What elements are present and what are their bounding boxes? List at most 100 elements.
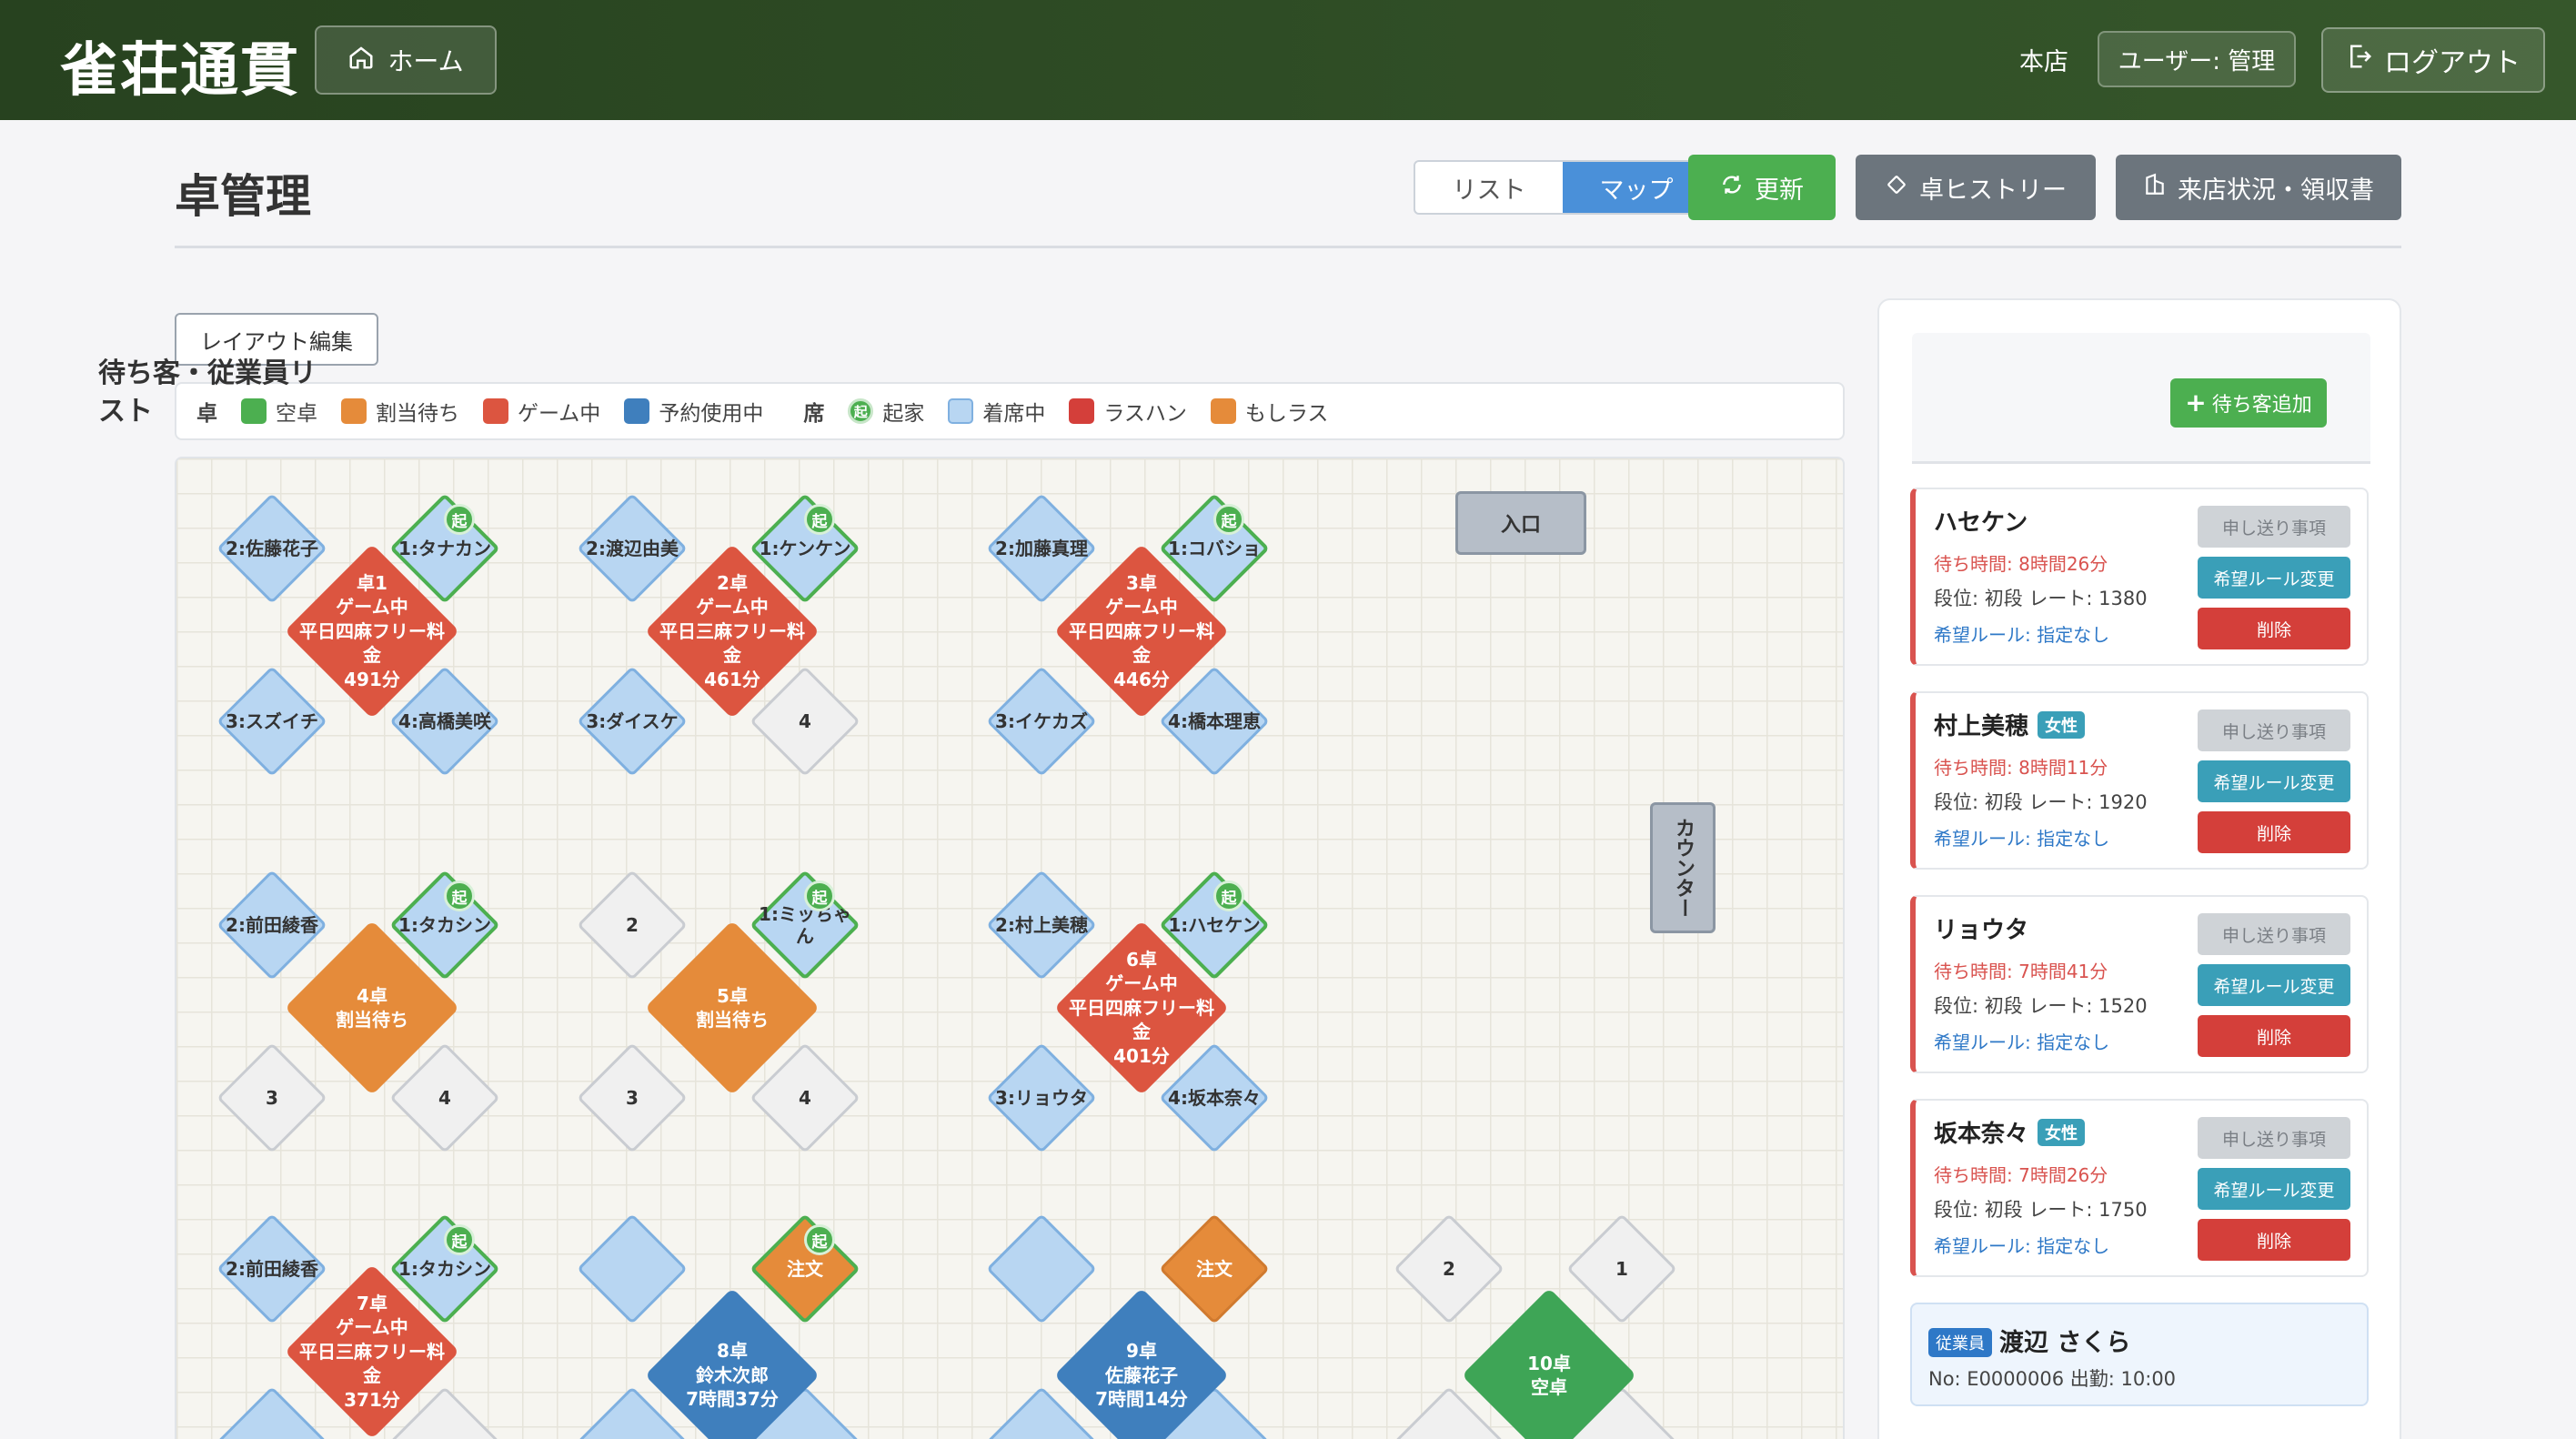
- refresh-label: 更新: [1755, 176, 1804, 205]
- add-waiting-customer-button[interactable]: + 待ち客追加: [2170, 378, 2327, 428]
- legend-item: ラスハン: [1069, 396, 1187, 427]
- table-1-label: 卓1 ゲーム中 平日四麻フリー料 金 491分: [286, 563, 458, 699]
- table-line: 446分: [1113, 668, 1170, 690]
- table-2-label: 2卓 ゲーム中 平日三麻フリー料 金 461分: [646, 563, 819, 699]
- dealer-marker: 起: [1213, 881, 1244, 911]
- history-label: 卓ヒストリー: [1919, 176, 2067, 205]
- table-3-label: 3卓 ゲーム中 平日四麻フリー料 金 446分: [1055, 563, 1228, 699]
- legend-item: 起起家: [848, 396, 924, 427]
- table-line: 金: [723, 644, 741, 667]
- logout-button[interactable]: ログアウト: [2321, 27, 2545, 93]
- seat-label: 3:リョウタ: [995, 1087, 1088, 1109]
- table-line: 卓1: [357, 572, 387, 595]
- customer-rule[interactable]: 希望ルール: 指定なし: [1934, 1028, 2109, 1054]
- table-10-label: 10卓 空卓: [1463, 1307, 1635, 1439]
- customer-wait-time: 待ち時間: 7時間41分: [1934, 961, 2108, 982]
- table-line: ゲーム中: [1105, 972, 1178, 995]
- table-line: 平日三麻フリー料: [299, 1340, 445, 1363]
- table-line: 佐藤花子: [1105, 1364, 1178, 1386]
- memo-button[interactable]: 申し送り事項: [2198, 506, 2350, 548]
- dealer-marker: 起: [1213, 504, 1244, 535]
- customer-name-text: 村上美穂: [1934, 713, 2029, 740]
- seat-label: 4: [438, 1087, 451, 1109]
- change-rule-button[interactable]: 希望ルール変更: [2198, 760, 2350, 802]
- legend-swatch-waiting: [341, 398, 367, 424]
- app-logo[interactable]: 雀荘通貫: [60, 24, 300, 107]
- memo-button[interactable]: 申し送り事項: [2198, 1117, 2350, 1159]
- change-rule-button[interactable]: 希望ルール変更: [2198, 1168, 2350, 1210]
- delete-button[interactable]: 削除: [2198, 811, 2350, 853]
- table-line: ゲーム中: [336, 1316, 408, 1339]
- seat-label: 4:坂本奈々: [1168, 1087, 1261, 1109]
- change-rule-button[interactable]: 希望ルール変更: [2198, 964, 2350, 1006]
- dealer-marker: 起: [804, 1224, 835, 1255]
- customer-rule[interactable]: 希望ルール: 指定なし: [1934, 620, 2109, 647]
- visit-receipt-button[interactable]: 来店状況・領収書: [2116, 155, 2401, 220]
- delete-button[interactable]: 削除: [2198, 1015, 2350, 1057]
- table-line: 金: [1132, 1021, 1151, 1043]
- seat-label: 3:イケカズ: [995, 710, 1088, 732]
- legend-swatch-rashan: [1069, 398, 1095, 424]
- table-line: 割当待ち: [336, 1009, 408, 1031]
- table-line: 鈴木次郎: [696, 1364, 769, 1386]
- table-8-label: 8卓 鈴木次郎 7時間37分: [646, 1307, 819, 1439]
- dealer-marker: 起: [804, 504, 835, 535]
- view-list-button[interactable]: リスト: [1415, 162, 1563, 213]
- staff-card[interactable]: 従業員 渡辺 さくら No: E0000006 出勤: 10:00: [1910, 1303, 2369, 1406]
- dealer-marker: 起: [444, 504, 475, 535]
- customer-rank-rate: 段位: 初段 レート: 1750: [1934, 1199, 2148, 1221]
- customer-name: 村上美穂 女性: [1934, 708, 2086, 741]
- legend-label: もしラス: [1244, 402, 1329, 426]
- customer-rank-rate: 段位: 初段 レート: 1380: [1934, 588, 2148, 609]
- legend-label: 起家: [882, 402, 925, 426]
- user-chip[interactable]: ユーザー: 管理: [2098, 31, 2296, 87]
- table-9-label: 9卓 佐藤花子 7時間14分: [1055, 1307, 1228, 1439]
- customer-name: ハセケン: [1934, 504, 2028, 538]
- legend-item: 着席中: [948, 396, 1045, 427]
- home-button[interactable]: ホーム: [315, 25, 497, 95]
- table-line: 371分: [344, 1388, 400, 1411]
- delete-button[interactable]: 削除: [2198, 608, 2350, 649]
- seat-label: 4:橋本理恵: [1168, 710, 1261, 732]
- delete-button[interactable]: 削除: [2198, 1219, 2350, 1261]
- customer-name: リョウタ: [1934, 911, 2028, 945]
- change-rule-button[interactable]: 希望ルール変更: [2198, 557, 2350, 599]
- customer-rank-rate: 段位: 初段 レート: 1920: [1934, 791, 2148, 813]
- table-line: 7時間37分: [686, 1388, 779, 1411]
- floor-map: 入口 カウンター 2:佐藤花子 1:タナカン 起 3:スズイチ 4:高橋美咲 卓…: [175, 457, 1845, 1439]
- counter-marker: カウンター: [1650, 802, 1716, 933]
- table-line: 3卓: [1126, 572, 1157, 595]
- legend-label: ラスハン: [1103, 402, 1187, 426]
- seat-label: 3:ダイスケ: [586, 710, 679, 732]
- table-line: 491分: [344, 668, 400, 690]
- waiting-customer-card: リョウタ 待ち時間: 7時間41分 段位: 初段 レート: 1520 希望ルール…: [1910, 895, 2369, 1073]
- table-history-button[interactable]: 卓ヒストリー: [1856, 155, 2096, 220]
- table-line: 7卓: [357, 1293, 387, 1315]
- customer-name: 坂本奈々 女性: [1934, 1115, 2086, 1149]
- legend-swatch-ki: 起: [848, 398, 874, 424]
- refresh-button[interactable]: 更新: [1688, 155, 1836, 220]
- legend-item: 割当待ち: [341, 396, 459, 427]
- header-divider: [175, 246, 2401, 248]
- customer-rule[interactable]: 希望ルール: 指定なし: [1934, 824, 2109, 850]
- waiting-customer-card: 坂本奈々 女性 待ち時間: 7時間26分 段位: 初段 レート: 1750 希望ル…: [1910, 1099, 2369, 1277]
- seat-label: 4: [799, 1087, 811, 1109]
- table-7-label: 7卓 ゲーム中 平日三麻フリー料 金 371分: [286, 1283, 458, 1420]
- memo-button[interactable]: 申し送り事項: [2198, 709, 2350, 751]
- page-title: 卓管理: [175, 170, 311, 223]
- table-line: 平日三麻フリー料: [659, 619, 805, 642]
- customer-rule[interactable]: 希望ルール: 指定なし: [1934, 1232, 2109, 1258]
- legend-label: 割当待ち: [376, 402, 459, 426]
- customer-wait-time: 待ち時間: 7時間26分: [1934, 1164, 2108, 1186]
- customer-name-text: リョウタ: [1934, 917, 2029, 944]
- plus-icon: +: [2185, 387, 2207, 418]
- table-line: 8卓: [717, 1340, 748, 1363]
- seat-label: 3: [266, 1087, 278, 1109]
- memo-button[interactable]: 申し送り事項: [2198, 913, 2350, 955]
- waiting-customer-card: 村上美穂 女性 待ち時間: 8時間11分 段位: 初段 レート: 1920 希望ル…: [1910, 691, 2369, 870]
- legend-item: ゲーム中: [483, 396, 600, 427]
- logout-label: ログアウト: [2384, 47, 2521, 79]
- legend-swatch-moshiras: [1210, 398, 1236, 424]
- table-line: ゲーム中: [1105, 596, 1178, 619]
- legend-label: 着席中: [982, 402, 1046, 426]
